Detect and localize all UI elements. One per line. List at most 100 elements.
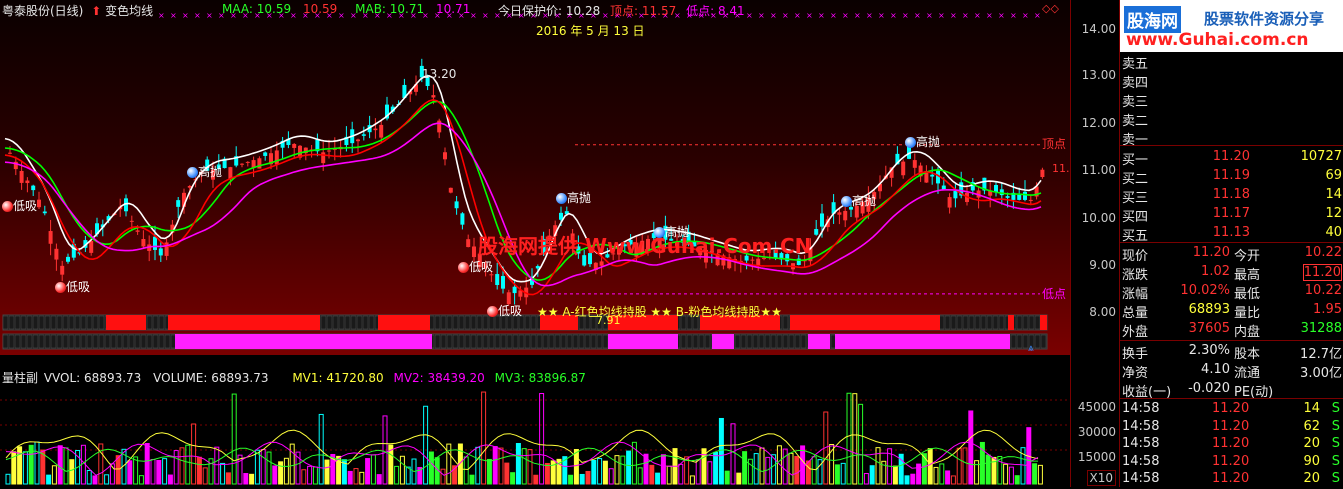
order-label: 买四 [1122, 210, 1149, 225]
state-strip-magenta-cell [746, 334, 753, 349]
state-strip-red-cell [98, 315, 105, 330]
stat-key: 总量 [1122, 306, 1149, 321]
state-strip-magenta-cell [1034, 334, 1041, 349]
state-strip-magenta-cell [122, 334, 129, 349]
candle-body [37, 199, 41, 208]
stat-value: 1.95 [1313, 302, 1342, 317]
buy-row[interactable]: 买一 11.20 10727 [1120, 148, 1343, 168]
volume-bar [985, 454, 991, 485]
buy-row[interactable]: 买三 11.18 14 [1120, 186, 1343, 206]
tick-row[interactable]: 14:58 11.20 90 S [1120, 453, 1343, 472]
red-ball-icon [458, 262, 469, 273]
state-strip-red-cell [86, 315, 93, 330]
low-buy-label: 低吸 [498, 304, 523, 318]
tick-side: S [1331, 401, 1340, 416]
volume-bar [869, 465, 875, 485]
guhai-logo[interactable]: 股海网 股票软件资源分享 www.Guhai.com.cn [1120, 0, 1343, 52]
x-marker: × [842, 11, 849, 20]
state-strip-magenta-cell [104, 334, 111, 349]
tick-row[interactable]: 14:58 11.20 20 S [1120, 470, 1343, 489]
high-throw-marker-4: 高抛 [841, 192, 876, 209]
stat-value: 11.20 [1302, 264, 1342, 281]
state-strip-magenta-cell [146, 334, 153, 349]
volume-bar [945, 470, 951, 485]
state-strip-red-cell [44, 315, 51, 330]
x-marker: × [182, 11, 189, 20]
logo-url: www.Guhai.com.cn [1126, 30, 1309, 50]
candle-body [501, 276, 505, 289]
high-throw-label: 高抛 [198, 165, 223, 179]
volume-bar [910, 473, 916, 485]
stat-key: 外盘 [1122, 325, 1149, 340]
volume-bar [167, 474, 173, 485]
tick-row[interactable]: 14:58 11.20 20 S [1120, 435, 1343, 454]
state-strip-magenta-cell [776, 334, 783, 349]
volume-bar [312, 466, 318, 485]
stat-value: 2.30% [1188, 343, 1230, 358]
sell-row: 卖三 [1120, 90, 1343, 110]
indicator-name[interactable]: 变色均线 [105, 4, 153, 18]
volume-bar [933, 466, 939, 485]
stat-value: 10.02% [1180, 283, 1230, 298]
volume-bar [736, 472, 742, 485]
maa-label: MAA: 10.59 [222, 2, 292, 16]
volume-bar [811, 456, 817, 485]
volume-bar [307, 465, 313, 485]
order-label: 卖三 [1122, 95, 1149, 110]
volume-bar [196, 456, 202, 485]
stat-key: 今开 [1234, 249, 1261, 264]
volume-bar [568, 474, 574, 485]
state-strip-red-cell [530, 315, 537, 330]
volume-unit[interactable]: X10 [1086, 470, 1116, 486]
candle-body [8, 152, 12, 154]
state-strip-red-segment [1008, 315, 1014, 330]
buy-row[interactable]: 买五 11.13 40 [1120, 224, 1343, 244]
price-tick: 12.00 [1081, 116, 1116, 130]
volume-bar [69, 459, 75, 485]
x-marker: × [806, 11, 813, 20]
state-strip-red-cell [56, 315, 63, 330]
buy-row[interactable]: 买二 11.19 69 [1120, 167, 1343, 187]
candle-body [820, 213, 824, 227]
stat-value: 68893 [1188, 302, 1230, 317]
watermark: 股海网提供 Www.Guhai.Com.CN [478, 234, 812, 258]
state-strip-red-cell [470, 315, 477, 330]
stat-key: 流通 [1234, 366, 1261, 381]
state-strip-red-cell [92, 315, 99, 330]
candle-body [66, 256, 70, 262]
protect-legend: 今日保护价: 10.28 顶点: 11.57 低点: 8.41 [498, 2, 745, 19]
mab-label: MAB: 10.71 [355, 2, 425, 16]
chart-area[interactable]: × × × × × × × × × × × × × × × × × × × × × × × × × × × × × × × × × × × × × × × ×… [0, 0, 1119, 487]
volume-bar [266, 451, 272, 485]
volume-bar [46, 474, 52, 485]
order-label: 买三 [1122, 191, 1149, 206]
state-strip-magenta-cell [158, 334, 165, 349]
low-buy-label: 低吸 [469, 260, 494, 274]
tick-side: S [1331, 453, 1340, 469]
state-strip-red-cell [158, 315, 165, 330]
price-tick: 9.00 [1089, 258, 1116, 272]
state-strip-magenta-cell [782, 334, 789, 349]
state-strip-red-segment [1040, 315, 1047, 330]
volume-bar [608, 468, 614, 485]
kline-panel[interactable]: × × × × × × × × × × × × × × × × × × × × × × × × × × × × × × × × × × × × × × × ×… [0, 0, 1070, 355]
volume-bar [956, 447, 962, 485]
tick-row[interactable]: 14:58 11.20 62 S [1120, 418, 1343, 437]
state-strip-magenta-cell [758, 334, 765, 349]
tick-row[interactable]: 14:58 11.20 14 S [1120, 400, 1343, 419]
chart-header: 粤泰股份(日线) ⬆ 变色均线 [2, 2, 153, 19]
state-strip-magenta-cell [542, 334, 549, 349]
tick-side: S [1331, 436, 1340, 451]
state-strip-magenta-cell [524, 334, 531, 349]
diamond-icon[interactable]: ◇◇ [1042, 2, 1059, 15]
candle-body [437, 120, 442, 133]
price-tick: 13.00 [1081, 68, 1116, 82]
state-strip-red-cell [338, 315, 345, 330]
volume-bar [370, 454, 376, 485]
state-strip-magenta-cell [800, 334, 807, 349]
buy-row[interactable]: 买四 11.17 12 [1120, 205, 1343, 225]
state-strip-red-segment [106, 315, 146, 330]
state-strip-red-cell [80, 315, 87, 330]
volume-bar [759, 447, 765, 485]
volume-bar [376, 474, 382, 485]
